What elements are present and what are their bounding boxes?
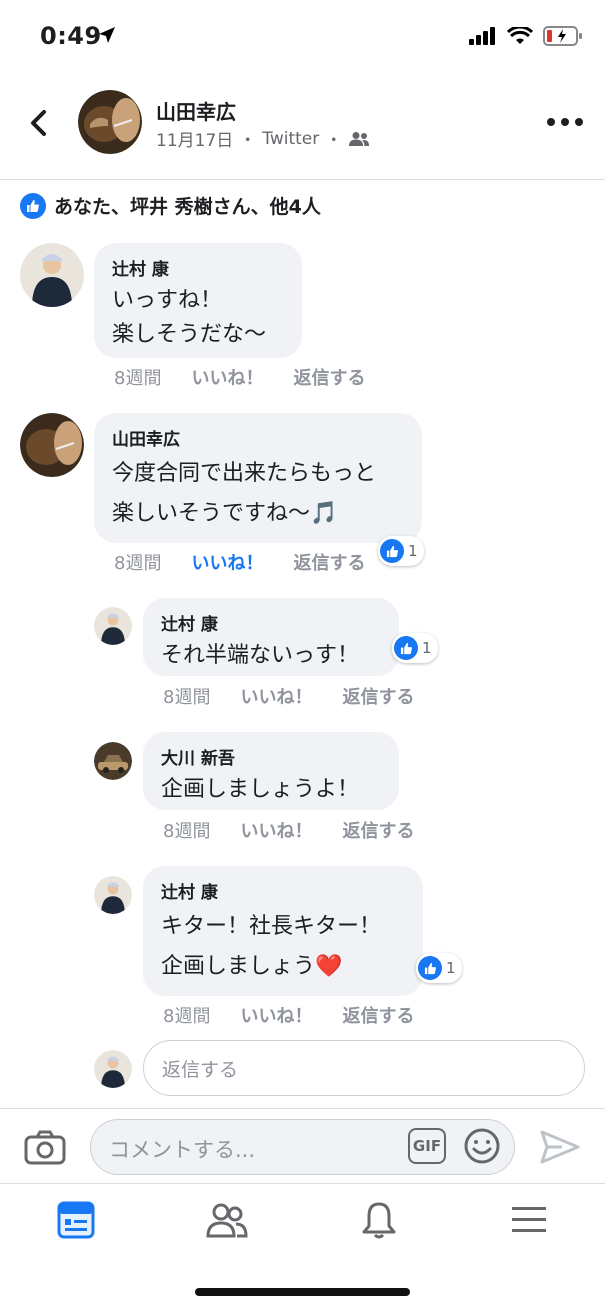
comment-composer: コメントする... GIF [0,1108,605,1184]
reaction-count: 1 [408,542,418,560]
comment-bubble[interactable]: 山田幸広 今度合同で出来たらもっと 楽しいそうですね〜🎵 [94,413,422,543]
reply-bubble[interactable]: 辻村 康 キター！社長キター！ 企画しましょう❤️ [143,866,423,996]
reply-button[interactable]: 返信する [342,683,414,709]
camera-icon[interactable] [24,1129,66,1165]
wifi-icon [507,27,533,44]
tab-notifications[interactable] [357,1198,401,1242]
like-button[interactable]: いいね！ [191,549,263,575]
post-meta: 11月17日 ・ Twitter ・ [156,126,370,151]
reply-button[interactable]: 返信する [342,817,414,843]
comment-actions: 8週間 いいね！ 返信する [163,817,414,843]
post-source: Twitter [262,128,320,149]
comment-reactions[interactable]: 1 [378,536,424,566]
comment-input[interactable]: コメントする... [90,1119,515,1175]
comment-actions: 8週間 いいね！ 返信する [114,549,365,575]
reaction-count: 1 [422,639,432,657]
author-name[interactable]: 山田幸広 [156,96,236,125]
signal-icon [469,27,495,45]
tab-menu[interactable] [507,1198,551,1242]
comment-reactions[interactable]: 1 [392,633,438,663]
emoji-icon[interactable] [463,1127,501,1165]
comment-author[interactable]: 辻村 康 [161,878,405,903]
more-options-button[interactable] [547,112,583,132]
commenter-avatar[interactable] [94,876,132,914]
back-icon[interactable] [22,106,56,140]
like-button[interactable]: いいね！ [240,817,312,843]
status-bar: 0:49 [0,0,605,72]
reply-button[interactable]: 返信する [342,1002,414,1028]
commenter-avatar[interactable] [20,243,84,307]
comment-text: 企画しましょうよ！ [161,777,360,802]
comment-actions: 8週間 いいね！ 返信する [163,1002,414,1028]
reply-button[interactable]: 返信する [293,549,365,575]
comment-author[interactable]: 辻村 康 [112,255,284,280]
comment-text: いっすね！ 楽しそうだな〜 [112,288,267,347]
friends-icon [349,131,370,146]
like-button[interactable]: いいね！ [191,364,263,390]
like-button[interactable]: いいね！ [240,1002,312,1028]
send-icon[interactable] [540,1129,580,1165]
comment-actions: 8週間 いいね！ 返信する [163,683,414,709]
comment-bubble[interactable]: 辻村 康 いっすね！ 楽しそうだな〜 [94,243,302,358]
menu-icon [512,1207,546,1232]
reply-bubble[interactable]: 辻村 康 それ半端ないっす！ [143,598,399,676]
tab-news-feed[interactable] [54,1198,98,1242]
gif-button[interactable]: GIF [408,1128,446,1164]
comment-author[interactable]: 大川 新吾 [161,744,381,769]
reply-bubble[interactable]: 大川 新吾 企画しましょうよ！ [143,732,399,810]
comment-age: 8週間 [114,553,162,574]
comment-text: 今度合同で出来たらもっと 楽しいそうですね〜🎵 [112,461,377,526]
author-avatar[interactable] [78,90,142,154]
bottom-tab-bar [0,1190,605,1250]
bell-icon [362,1202,396,1239]
commenter-avatar[interactable] [94,607,132,645]
reaction-count: 1 [446,959,456,977]
status-time: 0:49 [40,22,102,50]
comment-author[interactable]: 山田幸広 [112,425,404,450]
home-indicator[interactable] [195,1288,410,1296]
post-date: 11月17日 [156,131,234,151]
like-button[interactable]: いいね！ [240,683,312,709]
my-avatar [94,1050,132,1088]
news-feed-icon [57,1201,95,1239]
comment-age: 8週間 [163,821,211,842]
commenter-avatar[interactable] [94,742,132,780]
like-icon [20,192,46,219]
like-icon [394,636,418,660]
comment-age: 8週間 [114,368,162,389]
reply-input[interactable]: 返信する [143,1040,585,1096]
meta-separator: ・ [239,131,257,151]
commenter-avatar[interactable] [20,413,84,477]
comment-author[interactable]: 辻村 康 [161,610,381,635]
comment-text: キター！社長キター！ 企画しましょう❤️ [161,914,382,979]
reply-button[interactable]: 返信する [293,364,365,390]
location-arrow-icon [99,27,115,43]
comment-reactions[interactable]: 1 [416,953,462,983]
post-header: 山田幸広 11月17日 ・ Twitter ・ [0,80,605,180]
tab-friends[interactable] [205,1198,249,1242]
likes-summary[interactable]: あなた、坪井 秀樹さん、他4人 [20,192,321,219]
comment-age: 8週間 [163,1006,211,1027]
meta-separator: ・ [325,131,343,151]
battery-icon [543,26,582,46]
comment-text: それ半端ないっす！ [161,643,360,668]
like-icon [380,539,404,563]
friends-tab-icon [206,1203,248,1238]
likes-summary-text: あなた、坪井 秀樹さん、他4人 [54,196,321,218]
comment-actions: 8週間 いいね！ 返信する [114,364,365,390]
like-icon [418,956,442,980]
comment-age: 8週間 [163,687,211,708]
